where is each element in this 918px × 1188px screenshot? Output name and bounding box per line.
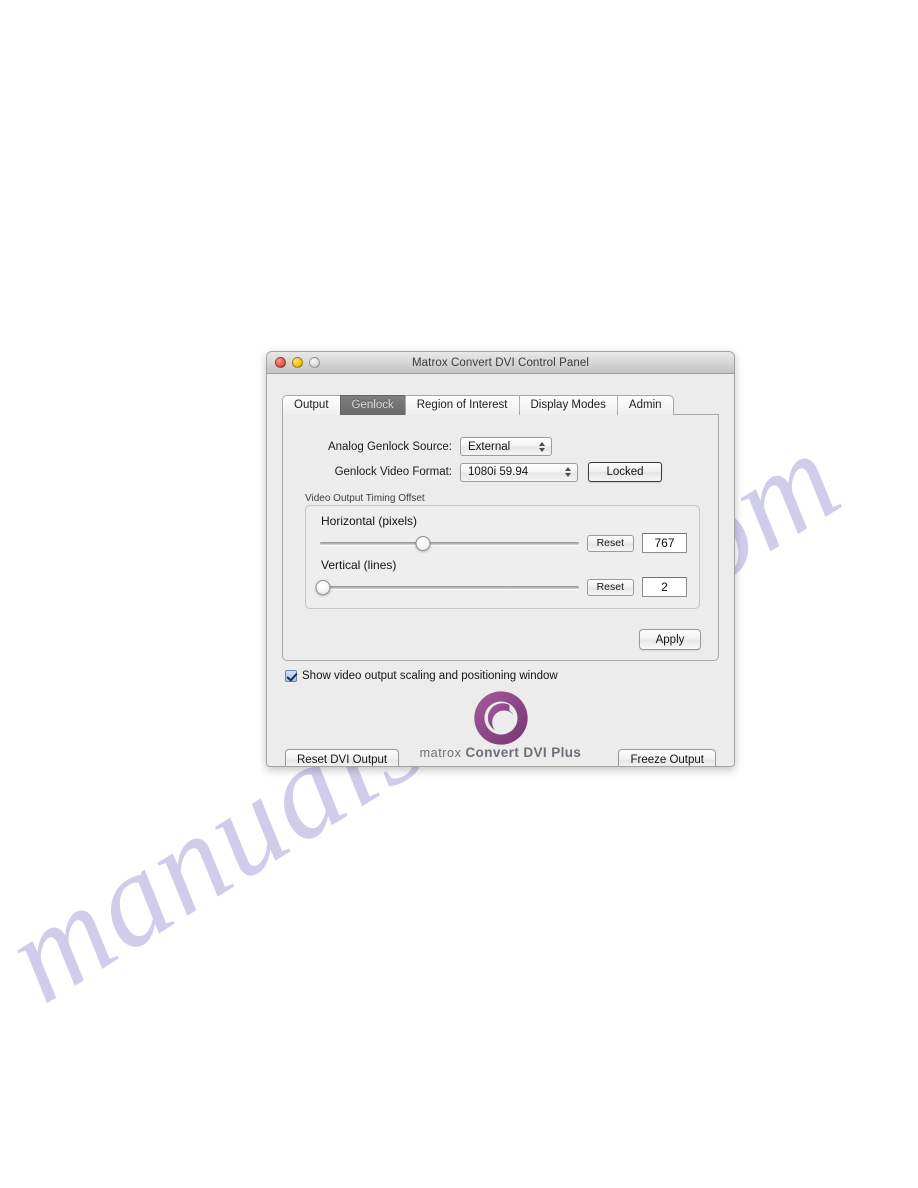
slider-knob[interactable]	[415, 535, 431, 551]
chevron-updown-icon	[539, 440, 546, 454]
control-panel-window: Matrox Convert DVI Control Panel Output …	[266, 351, 735, 767]
slider-knob[interactable]	[315, 579, 331, 595]
tab-admin[interactable]: Admin	[616, 395, 674, 415]
genlock-source-value: External	[468, 440, 511, 453]
chevron-updown-icon	[565, 465, 572, 479]
show-video-window-label: Show video output scaling and positionin…	[302, 670, 558, 682]
window-title-bar[interactable]: Matrox Convert DVI Control Panel	[267, 352, 734, 374]
tab-genlock[interactable]: Genlock	[339, 395, 406, 415]
timing-offset-group-label: Video Output Timing Offset	[305, 493, 425, 504]
genlock-tab-panel: Analog Genlock Source: External Genlock …	[282, 414, 719, 661]
matrox-logo-icon	[473, 691, 528, 745]
vertical-offset-label: Vertical (lines)	[321, 558, 397, 572]
vertical-offset-block: Vertical (lines) Reset 2	[306, 558, 699, 597]
genlock-video-format-value: 1080i 59.94	[468, 466, 529, 478]
vertical-offset-controls: Reset 2	[306, 577, 699, 597]
tab-display-modes[interactable]: Display Modes	[518, 395, 618, 415]
window-title: Matrox Convert DVI Control Panel	[411, 356, 590, 369]
vertical-offset-value[interactable]: 2	[642, 577, 687, 597]
genlock-format-label: Genlock Video Format:	[334, 466, 452, 478]
horizontal-offset-value[interactable]: 767	[642, 533, 687, 553]
horizontal-offset-label: Horizontal (pixels)	[321, 514, 418, 528]
brand-text: matrox Convert DVI Plus	[420, 745, 582, 760]
horizontal-offset-slider[interactable]	[320, 535, 579, 551]
apply-button[interactable]: Apply	[639, 629, 701, 650]
show-video-window-row[interactable]: Show video output scaling and positionin…	[285, 670, 558, 682]
genlock-source-select[interactable]: External	[460, 437, 552, 456]
genlock-status-badge[interactable]: Locked	[588, 462, 662, 482]
slider-track	[320, 585, 579, 589]
genlock-format-row: Genlock Video Format: 1080i 59.94 Locked	[305, 462, 662, 482]
genlock-video-format-select[interactable]: 1080i 59.94	[460, 462, 578, 482]
horizontal-offset-block: Horizontal (pixels) Reset 767	[306, 514, 699, 553]
horizontal-reset-button[interactable]: Reset	[586, 534, 634, 552]
window-body: Output Genlock Region of Interest Displa…	[267, 374, 734, 766]
genlock-source-row: Analog Genlock Source: External	[305, 437, 552, 456]
brand-product: Convert DVI Plus	[465, 745, 582, 760]
tab-bar: Output Genlock Region of Interest Displa…	[282, 395, 719, 415]
tab-region-of-interest[interactable]: Region of Interest	[404, 395, 520, 415]
freeze-output-button[interactable]: Freeze Output	[618, 749, 716, 766]
tab-output[interactable]: Output	[282, 395, 341, 415]
brand-company: matrox	[419, 746, 462, 760]
slider-track	[320, 541, 579, 545]
reset-dvi-output-button[interactable]: Reset DVI Output	[285, 749, 400, 766]
vertical-offset-slider[interactable]	[315, 579, 579, 595]
timing-offset-group: Horizontal (pixels) Reset 767 Vertical (…	[305, 505, 700, 609]
show-video-window-checkbox[interactable]	[285, 670, 297, 682]
vertical-reset-button[interactable]: Reset	[586, 578, 634, 596]
horizontal-offset-controls: Reset 767	[306, 533, 699, 553]
genlock-source-label: Analog Genlock Source:	[327, 440, 452, 453]
